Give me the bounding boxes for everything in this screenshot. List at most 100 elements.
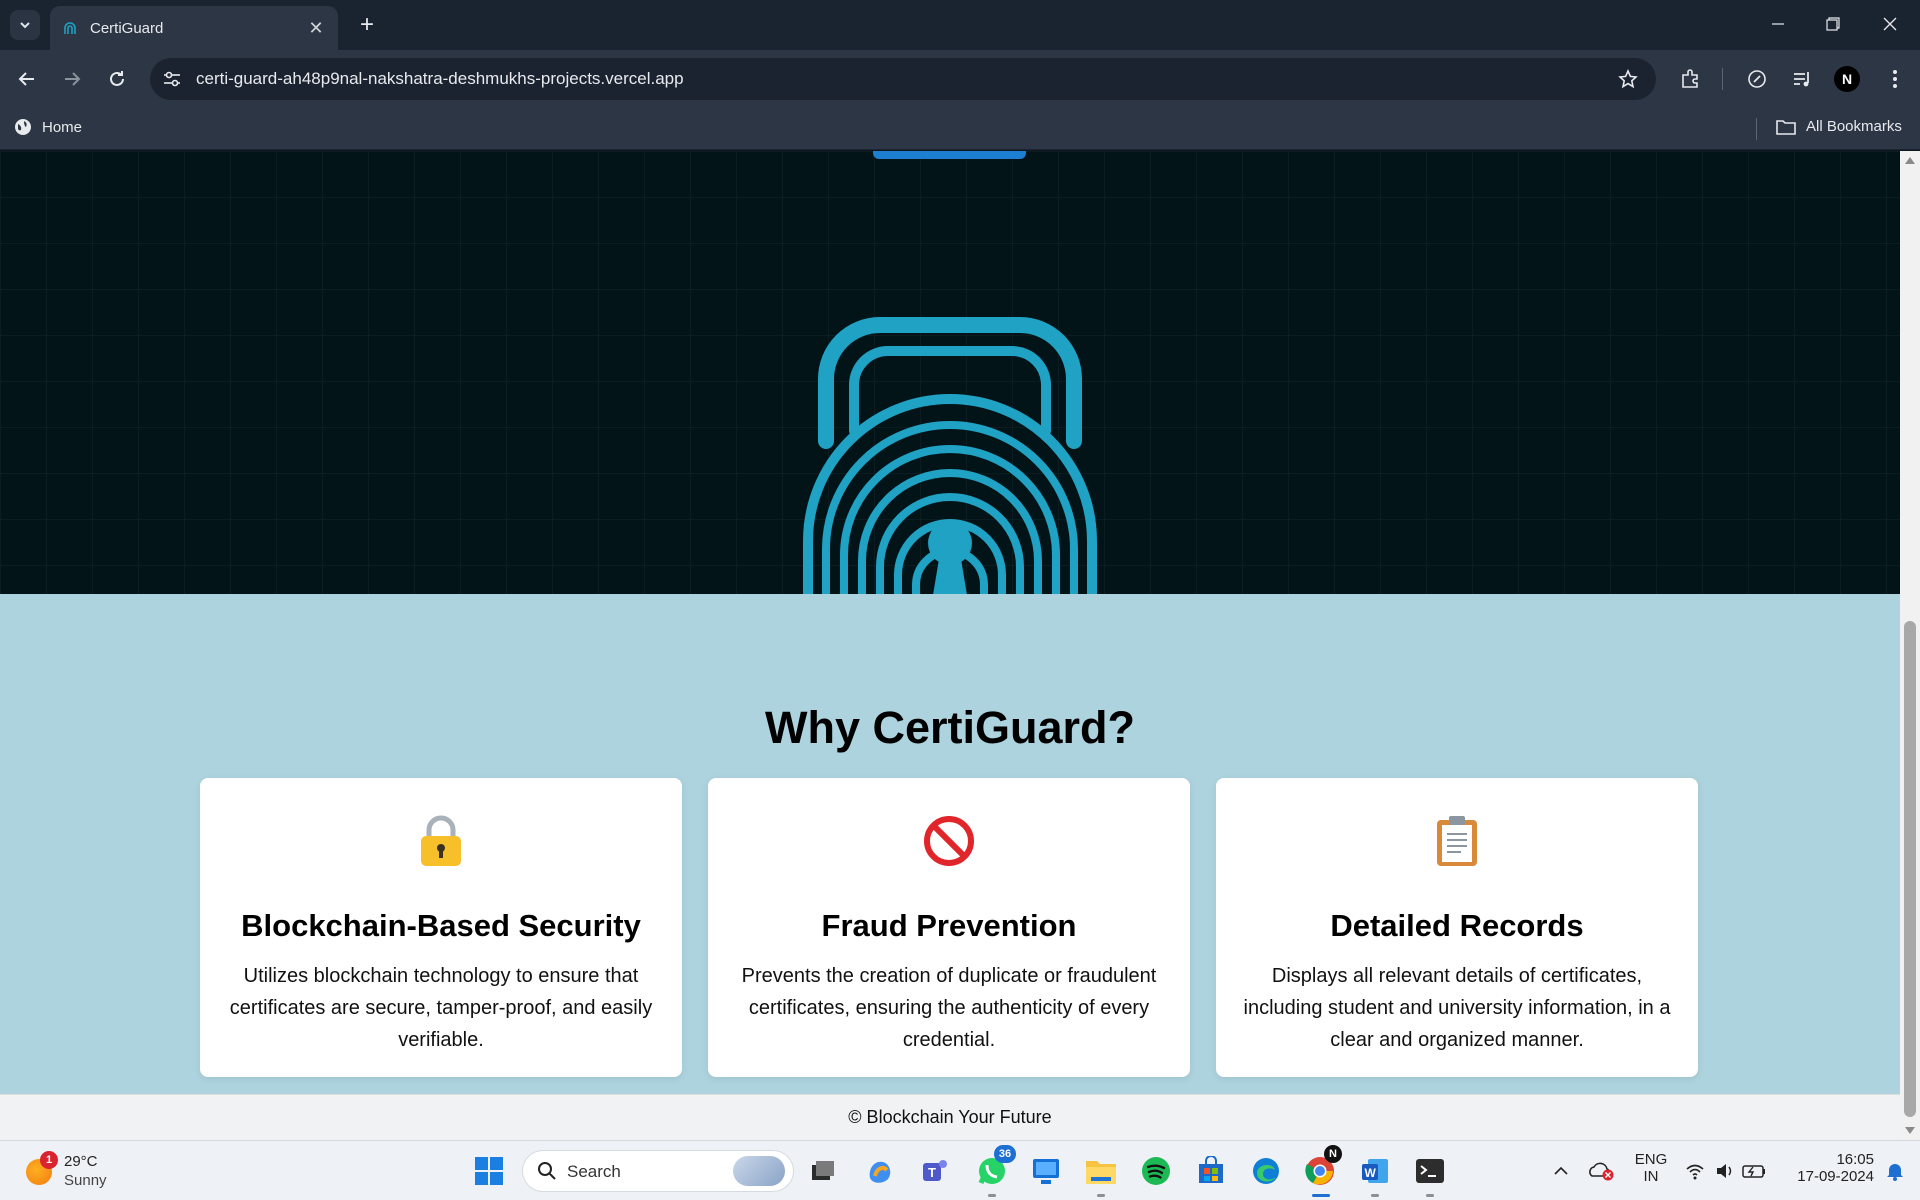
music-queue-icon (1794, 72, 1809, 87)
all-bookmarks-button[interactable]: All Bookmarks (1776, 118, 1902, 135)
svg-text:W: W (1365, 1166, 1377, 1180)
microsoft-store-button[interactable] (1191, 1151, 1231, 1191)
terminal-icon (1416, 1159, 1444, 1183)
search-highlight-image (733, 1156, 785, 1186)
store-icon (1199, 1156, 1223, 1183)
onedrive-status[interactable] (1582, 1151, 1622, 1191)
language-region: IN (1643, 1168, 1659, 1185)
word-button[interactable]: W (1355, 1151, 1395, 1197)
spotify-button[interactable] (1136, 1151, 1176, 1191)
more-vertical-icon (1893, 70, 1897, 88)
prohibited-icon (708, 814, 1190, 868)
weather-widget[interactable]: 1 29°C Sunny (26, 1151, 126, 1191)
performance-button[interactable] (1742, 64, 1772, 94)
chrome-profile-badge: N (1324, 1145, 1342, 1163)
browser-toolbar: certi-guard-ah48p9nal-nakshatra-deshmukh… (0, 50, 1920, 108)
new-tab-button[interactable]: + (352, 10, 382, 40)
bookmark-home[interactable]: Home (14, 118, 82, 136)
copilot-icon (869, 1161, 891, 1183)
arrow-left-icon (18, 72, 34, 86)
whatsapp-unread-badge: 36 (994, 1145, 1016, 1163)
profile-avatar[interactable]: N (1834, 66, 1860, 92)
url-text: certi-guard-ah48p9nal-nakshatra-deshmukh… (196, 69, 684, 88)
edge-icon (1253, 1158, 1279, 1184)
site-settings-icon[interactable] (160, 67, 184, 91)
card-title: Blockchain-Based Security (241, 908, 641, 943)
clock-date: 17-09-2024 (1797, 1168, 1874, 1185)
address-bar[interactable]: certi-guard-ah48p9nal-nakshatra-deshmukh… (150, 58, 1656, 100)
teams-button[interactable]: T (915, 1151, 955, 1191)
forward-button[interactable] (55, 62, 89, 96)
feature-card-fraud: Fraud Prevention Prevents the creation o… (708, 778, 1190, 1077)
edge-button[interactable] (1246, 1151, 1286, 1191)
remote-desktop-icon (1033, 1159, 1059, 1184)
whatsapp-button[interactable]: 36 (972, 1145, 1016, 1197)
hero-cta-button[interactable] (873, 151, 1026, 159)
spotify-icon (1142, 1157, 1170, 1185)
card-description: Displays all relevant details of certifi… (1243, 965, 1671, 1051)
minimize-button[interactable] (1756, 6, 1800, 42)
close-icon (1883, 17, 1897, 31)
quick-settings-button[interactable] (1678, 1151, 1778, 1191)
speedometer-icon (1748, 70, 1766, 88)
windows-app-button[interactable] (1026, 1151, 1066, 1191)
toolbar-divider (1722, 68, 1723, 90)
file-explorer-button[interactable] (1081, 1151, 1121, 1197)
search-placeholder: Search (567, 1162, 621, 1181)
search-icon (538, 1162, 556, 1180)
feature-card-security: Blockchain-Based Security Utilizes block… (200, 778, 682, 1077)
clock-time: 16:05 (1836, 1151, 1874, 1168)
chevron-down-icon (20, 22, 30, 29)
svg-text:T: T (928, 1165, 936, 1180)
scroll-down-arrow-icon[interactable] (1905, 1127, 1915, 1134)
all-bookmarks-label: All Bookmarks (1806, 118, 1902, 135)
reload-button[interactable] (100, 62, 134, 96)
active-indicator (1312, 1194, 1330, 1197)
back-button[interactable] (10, 62, 44, 96)
why-title: Why CertiGuard? (764, 702, 1136, 753)
fingerprint-icon (62, 20, 78, 36)
browser-menu-button[interactable] (1880, 64, 1910, 94)
bookmarks-bar: Home All Bookmarks (0, 108, 1920, 150)
scroll-up-arrow-icon[interactable] (1905, 157, 1915, 164)
scrollbar-thumb[interactable] (1904, 621, 1916, 1117)
tab-certiguard[interactable]: CertiGuard ✕ (50, 6, 338, 50)
arrow-right-icon (65, 72, 81, 86)
running-indicator (988, 1194, 996, 1197)
card-title: Detailed Records (1330, 908, 1584, 943)
card-description: Utilizes blockchain technology to ensure… (229, 965, 653, 1051)
language-indicator[interactable]: ENG IN (1628, 1151, 1674, 1185)
puzzle-icon (1682, 69, 1698, 88)
network-volume-battery-icons (1686, 1164, 1765, 1180)
close-window-button[interactable] (1868, 6, 1912, 42)
start-button[interactable] (469, 1151, 509, 1191)
running-indicator (1426, 1194, 1434, 1197)
card-title: Fraud Prevention (821, 908, 1077, 943)
page-scrollbar[interactable] (1900, 151, 1920, 1140)
page-viewport: Why CertiGuard? Blockchain-Based Securit… (0, 151, 1900, 1094)
restore-button[interactable] (1811, 6, 1855, 42)
tab-search-button[interactable] (10, 10, 40, 40)
taskbar-search[interactable]: Search (522, 1150, 794, 1192)
bookmark-star-icon[interactable] (1616, 67, 1640, 91)
folder-icon (1776, 119, 1796, 135)
copilot-button[interactable] (860, 1151, 900, 1191)
chrome-button[interactable]: N (1300, 1145, 1342, 1197)
notifications-button[interactable] (1880, 1151, 1910, 1191)
page-footer: © Blockchain Your Future (0, 1094, 1900, 1140)
weather-temperature: 29°C (64, 1153, 98, 1170)
word-icon: W (1362, 1159, 1388, 1183)
media-control-button[interactable] (1787, 64, 1817, 94)
task-view-button[interactable] (803, 1151, 843, 1191)
teams-icon: T (923, 1160, 947, 1181)
lock-icon (200, 814, 682, 868)
chevron-up-icon (1554, 1166, 1568, 1175)
windows-taskbar: 1 29°C Sunny Search T 36 N W ENG IN 16:0… (0, 1140, 1920, 1200)
extensions-button[interactable] (1676, 64, 1706, 94)
show-hidden-icons-button[interactable] (1542, 1151, 1580, 1191)
system-clock[interactable]: 16:05 17-09-2024 (1784, 1151, 1874, 1185)
close-tab-icon[interactable]: ✕ (306, 18, 326, 39)
tab-title: CertiGuard (90, 19, 164, 37)
terminal-button[interactable] (1410, 1151, 1450, 1197)
restore-icon (1826, 17, 1840, 31)
